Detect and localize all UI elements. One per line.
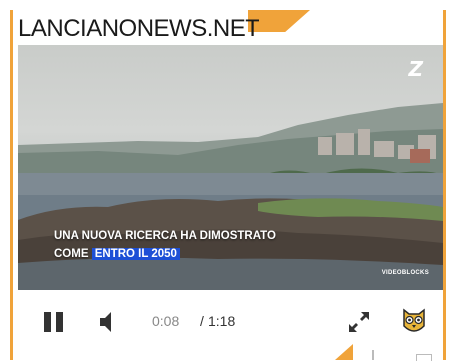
pause-icon [44,312,51,332]
time-separator: / [200,313,204,329]
progress-notch [70,290,86,298]
channel-logo: Z [408,57,423,81]
caption-line-2: COME ENTRO IL 2050 [54,245,276,263]
player-controls: 0:08 / 1:18 [18,290,443,355]
duration: 1:18 [208,313,236,329]
caption-highlight: ENTRO IL 2050 [91,248,180,260]
current-time: 0:08 [152,313,180,329]
volume-button[interactable] [98,310,120,334]
pause-icon-bar [56,312,63,332]
caption-line-1: UNA NUOVA RICERCA HA DIMOSTRATO [54,230,276,242]
pause-button[interactable] [42,310,66,334]
footer-divider [372,350,374,360]
fullscreen-button[interactable] [346,309,372,335]
caption-line-2-prefix: COME [54,248,89,260]
video-credit: VIDEOBLOCKS [381,270,429,276]
volume-icon [100,312,111,332]
owl-logo-icon [403,308,425,332]
site-title[interactable]: LANCIANONEWS.NET [18,14,259,36]
video-caption: UNA NUOVA RICERCA HA DIMOSTRATO COME ENT… [54,227,276,263]
fullscreen-icon [349,312,369,332]
video-area[interactable]: Z UNA NUOVA RICERCA HA DIMOSTRATO COME E… [18,45,443,290]
brand-button[interactable] [400,306,428,336]
